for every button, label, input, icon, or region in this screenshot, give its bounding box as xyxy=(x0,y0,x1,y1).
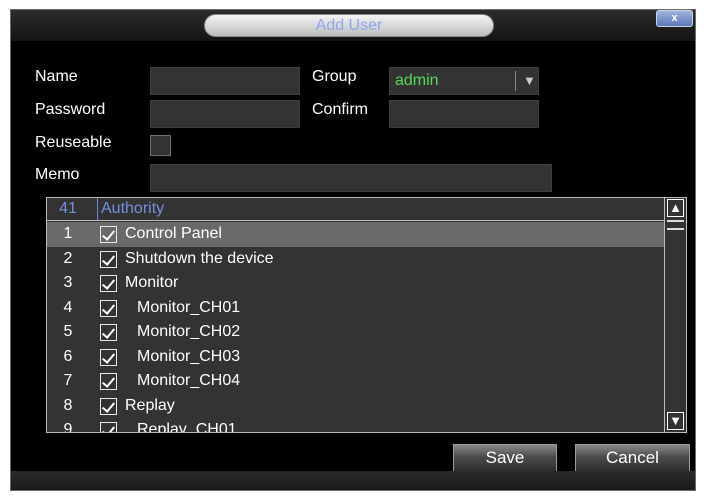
row-number: 6 xyxy=(63,347,73,365)
chevron-down-icon[interactable]: ▼ xyxy=(523,72,536,90)
scrollbar-thumb[interactable] xyxy=(667,220,684,230)
save-button[interactable]: Save xyxy=(453,444,557,472)
authority-checkbox[interactable] xyxy=(100,324,117,341)
authority-checkbox[interactable] xyxy=(100,422,117,432)
group-label: Group xyxy=(312,68,357,85)
dialog-title: Add User xyxy=(204,14,494,37)
confirm-label: Confirm xyxy=(312,101,369,118)
password-input[interactable] xyxy=(150,100,300,128)
authority-label: Replay_CH01 xyxy=(137,421,237,433)
row-number: 8 xyxy=(63,396,73,414)
authority-label: Replay xyxy=(125,396,175,414)
authority-rows: 1 Control Panel 2 Shutdown the device 3 … xyxy=(47,222,664,433)
authority-count: 41 xyxy=(59,200,77,217)
reuseable-label: Reuseable xyxy=(35,134,112,151)
authority-checkbox[interactable] xyxy=(100,397,117,415)
authority-column-header: Authority xyxy=(101,200,165,217)
row-number: 3 xyxy=(63,274,73,291)
authority-checkbox[interactable] xyxy=(100,226,117,243)
authority-row[interactable]: 4 Monitor_CH01 xyxy=(47,296,664,321)
memo-input[interactable] xyxy=(150,164,552,192)
authority-label: Monitor_CH03 xyxy=(137,347,241,365)
reuseable-checkbox[interactable] xyxy=(150,135,171,156)
row-number: 4 xyxy=(63,298,73,316)
authority-label: Monitor_CH04 xyxy=(137,372,241,389)
authority-label: Monitor xyxy=(125,274,179,291)
row-number: 7 xyxy=(63,372,73,389)
authority-row[interactable]: 8 Replay xyxy=(47,394,664,419)
authority-row[interactable]: 5 Monitor_CH02 xyxy=(47,320,664,345)
group-select[interactable]: admin ▼ xyxy=(389,67,539,95)
authority-list: 41 Authority 1 Control Panel 2 Shutdown … xyxy=(46,197,687,433)
authority-checkbox[interactable] xyxy=(100,348,117,366)
group-select-value: admin xyxy=(395,72,439,89)
authority-row[interactable]: 2 Shutdown the device xyxy=(47,247,664,272)
row-number: 5 xyxy=(63,323,73,340)
authority-checkbox[interactable] xyxy=(100,275,117,292)
authority-checkbox[interactable] xyxy=(100,299,117,317)
authority-row[interactable]: 9 Replay_CH01 xyxy=(47,418,664,433)
password-label: Password xyxy=(35,101,106,118)
row-number: 2 xyxy=(63,249,73,267)
cancel-button[interactable]: Cancel xyxy=(575,444,690,472)
authority-row[interactable]: 6 Monitor_CH03 xyxy=(47,345,664,370)
column-divider xyxy=(97,198,98,220)
authority-label: Monitor_CH02 xyxy=(137,323,241,340)
authority-label: Control Panel xyxy=(125,225,222,242)
select-divider xyxy=(515,71,516,91)
status-bar xyxy=(11,471,695,490)
title-bar: Add User x xyxy=(11,10,695,41)
name-label: Name xyxy=(35,68,78,85)
authority-row[interactable]: 3 Monitor xyxy=(47,271,664,296)
list-scrollbar[interactable]: ▲ ▼ xyxy=(664,198,686,432)
authority-checkbox[interactable] xyxy=(100,250,117,268)
close-button[interactable]: x xyxy=(656,10,693,27)
authority-label: Shutdown the device xyxy=(125,249,274,267)
scroll-up-icon[interactable]: ▲ xyxy=(667,199,684,217)
authority-checkbox[interactable] xyxy=(100,373,117,390)
name-input[interactable] xyxy=(150,67,300,95)
authority-row[interactable]: 7 Monitor_CH04 xyxy=(47,369,664,394)
memo-label: Memo xyxy=(35,166,80,183)
authority-label: Monitor_CH01 xyxy=(137,298,241,316)
list-header: 41 Authority xyxy=(47,198,664,221)
authority-row[interactable]: 1 Control Panel xyxy=(47,222,664,247)
row-number: 9 xyxy=(63,421,73,433)
scroll-down-icon[interactable]: ▼ xyxy=(667,412,684,430)
row-number: 1 xyxy=(63,225,73,242)
confirm-input[interactable] xyxy=(389,100,539,128)
add-user-dialog: Add User x Name Group admin ▼ Password C… xyxy=(10,9,696,491)
